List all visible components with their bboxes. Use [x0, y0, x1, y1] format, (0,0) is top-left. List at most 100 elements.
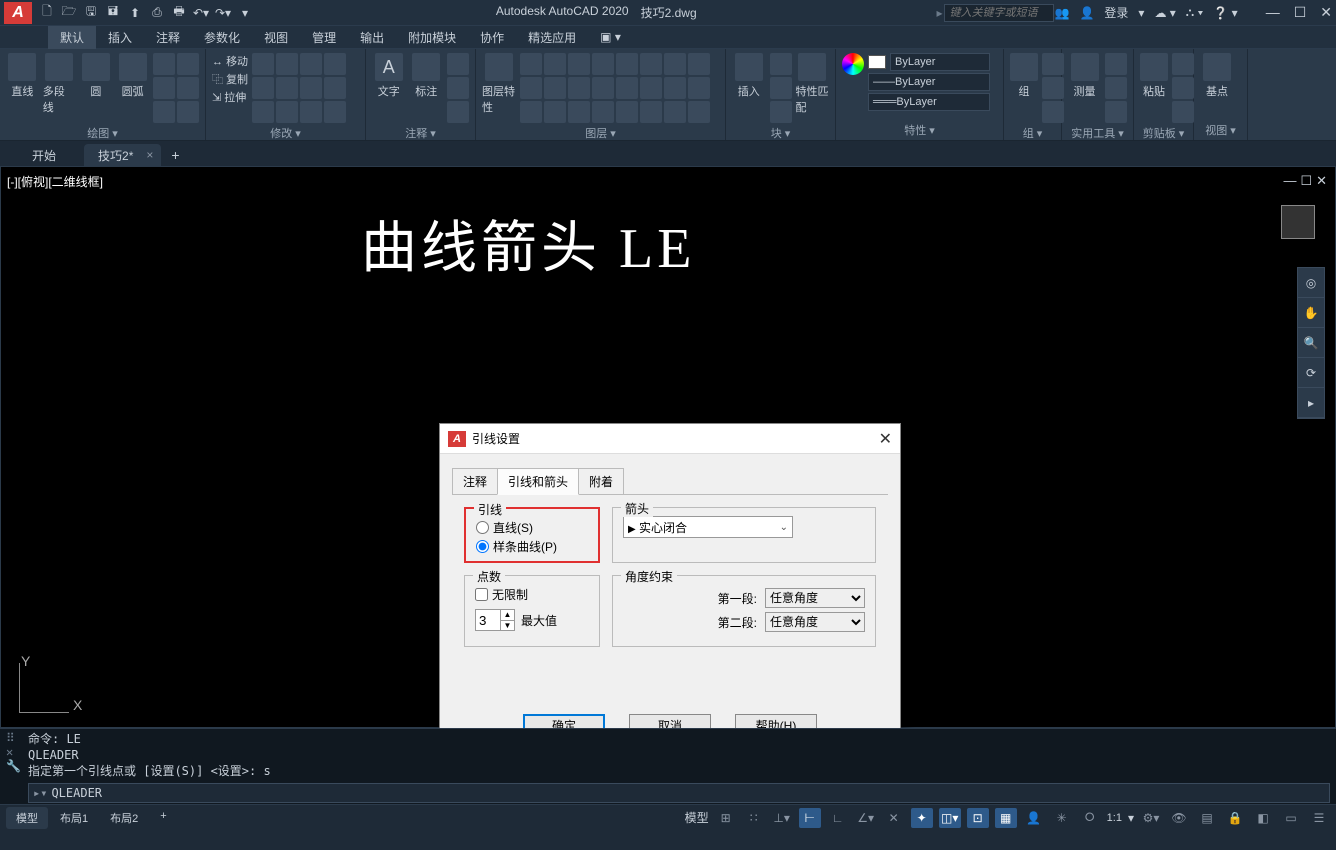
ly-15[interactable] [664, 77, 686, 99]
seg2-dropdown[interactable]: 任意角度 [765, 612, 865, 632]
blk-1[interactable] [770, 53, 792, 75]
ws-icon[interactable]: ⚙▾ [1140, 808, 1162, 828]
tab-annotate[interactable]: 注释 [144, 26, 192, 49]
chk-unlimited[interactable]: 无限制 [475, 586, 589, 603]
ly-6[interactable] [640, 53, 662, 75]
draw-sm-3[interactable] [153, 77, 175, 99]
panel-props-label[interactable]: 特性 ▾ [842, 120, 997, 140]
user-icon[interactable]: 👤 [1079, 6, 1094, 20]
panel-group-label[interactable]: 组 ▾ [1010, 123, 1055, 143]
lock-icon[interactable]: 🔒 [1224, 808, 1246, 828]
qat-open-icon[interactable]: 🗁 [60, 4, 78, 22]
mod-sm-2[interactable] [276, 53, 298, 75]
btn-basepoint[interactable]: 基点 [1200, 53, 1234, 99]
osnap-icon[interactable]: ✦ [911, 808, 933, 828]
btn-matchprop[interactable]: 特性匹配 [796, 53, 830, 115]
arrowhead-dropdown[interactable]: ▶ 实心闭合 ⌄ [623, 516, 793, 538]
radio-spline[interactable]: 样条曲线(P) [476, 538, 588, 555]
btn-layer-props[interactable]: 图层特性 [482, 53, 516, 115]
ly-16[interactable] [688, 77, 710, 99]
radio-straight-input[interactable] [476, 521, 489, 534]
hw-icon[interactable]: ▭ [1280, 808, 1302, 828]
search-chevron-icon[interactable]: ▸ [936, 6, 942, 20]
layout-2[interactable]: 布局2 [100, 807, 148, 829]
ly-11[interactable] [568, 77, 590, 99]
ly-9[interactable] [520, 77, 542, 99]
mod-sm-10[interactable] [276, 101, 298, 123]
viewport-label[interactable]: [-][俯视][二维线框] [7, 173, 103, 190]
ly-12[interactable] [592, 77, 614, 99]
iso-icon[interactable]: ∠▾ [855, 808, 877, 828]
mod-sm-6[interactable] [276, 77, 298, 99]
lwt-icon[interactable]: ⊡ [967, 808, 989, 828]
annot-sm-3[interactable] [447, 101, 469, 123]
drawing-area[interactable]: [-][俯视][二维线框] — ☐ ✕ ◎ ✋ 🔍 ⟳ ▸ 曲线箭头 LE Y … [0, 166, 1336, 728]
tab-addins[interactable]: 附加模块 [396, 26, 468, 49]
ly-3[interactable] [568, 53, 590, 75]
qat-redo-icon[interactable]: ↷▾ [214, 4, 232, 22]
nav-orbit-icon[interactable]: ⟳ [1298, 358, 1324, 388]
util-2[interactable] [1105, 77, 1127, 99]
dlgtab-leader-arrow[interactable]: 引线和箭头 [497, 468, 579, 495]
mod-sm-8[interactable] [324, 77, 346, 99]
annoauto-icon[interactable]: ⭘ [1079, 808, 1101, 828]
login-label[interactable]: 登录 [1104, 4, 1128, 21]
qat-plot-icon[interactable]: ⎙ [148, 4, 166, 22]
btn-arc[interactable]: 圆弧 [116, 53, 149, 99]
help-icon[interactable]: ❔ ▾ [1213, 6, 1237, 20]
clip-1[interactable] [1172, 53, 1194, 75]
mod-sm-9[interactable] [252, 101, 274, 123]
2dosnap-icon[interactable]: ◫▾ [939, 808, 961, 828]
scale-label[interactable]: 1:1 [1107, 812, 1122, 824]
qat-web-icon[interactable]: ⬆ [126, 4, 144, 22]
panel-annot-label[interactable]: 注释 ▾ [372, 123, 469, 143]
ly-10[interactable] [544, 77, 566, 99]
maximize-icon[interactable]: ☐ [1294, 4, 1307, 21]
qp-icon[interactable]: ▤ [1196, 808, 1218, 828]
qat-print-icon[interactable]: 🖶 [170, 4, 188, 22]
cmd-handle-icon[interactable]: ⠿✕🔧 [6, 731, 21, 773]
nav-pan-icon[interactable]: ✋ [1298, 298, 1324, 328]
btn-line[interactable]: 直线 [6, 53, 39, 99]
mod-sm-12[interactable] [324, 101, 346, 123]
tab-featured[interactable]: 精选应用 [516, 26, 588, 49]
points-max-spinner[interactable]: ▲▼ [475, 609, 515, 631]
ly-7[interactable] [664, 53, 686, 75]
linetype-dropdown[interactable]: ═══ ByLayer [868, 93, 990, 111]
points-max-input[interactable] [476, 610, 500, 630]
snap-icon[interactable]: ∷ [743, 808, 765, 828]
nav-wheel-icon[interactable]: ◎ [1298, 268, 1324, 298]
filetab-start[interactable]: 开始 [18, 144, 84, 166]
btn-paste[interactable]: 粘贴 [1140, 53, 1168, 99]
panel-layer-label[interactable]: 图层 ▾ [482, 123, 719, 143]
app-logo[interactable]: A [4, 2, 32, 24]
annot-sm-2[interactable] [447, 77, 469, 99]
iso-plane-icon[interactable]: ◧ [1252, 808, 1274, 828]
util-3[interactable] [1105, 101, 1127, 123]
ly-17[interactable] [520, 101, 542, 123]
annot-sm-1[interactable] [447, 53, 469, 75]
infer-icon[interactable]: ⊥▾ [771, 808, 793, 828]
panel-draw-label[interactable]: 绘图 ▾ [6, 123, 199, 143]
panel-modify-label[interactable]: 修改 ▾ [212, 123, 359, 143]
draw-sm-6[interactable] [177, 101, 199, 123]
dialog-close-icon[interactable]: ✕ [879, 429, 892, 449]
filetab-close-icon[interactable]: × [146, 148, 153, 162]
ly-1[interactable] [520, 53, 542, 75]
mod-sm-1[interactable] [252, 53, 274, 75]
ly-4[interactable] [592, 53, 614, 75]
draw-sm-2[interactable] [177, 53, 199, 75]
qat-saveas-icon[interactable]: 🖬 [104, 4, 122, 22]
radio-straight[interactable]: 直线(S) [476, 519, 588, 536]
sign-in-icon[interactable]: 👥 [1054, 6, 1069, 20]
color-wheel-icon[interactable] [842, 53, 864, 75]
btn-polyline[interactable]: 多段线 [43, 53, 76, 115]
vp-max-icon[interactable]: ☐ [1300, 173, 1312, 189]
qat-new-icon[interactable]: 🗋 [38, 4, 56, 22]
status-model-label[interactable]: 模型 [685, 809, 709, 826]
btn-stretch[interactable]: ⇲ 拉伸 [212, 89, 248, 105]
vp-min-icon[interactable]: — [1283, 173, 1296, 189]
btn-text[interactable]: A文字 [372, 53, 406, 99]
util-1[interactable] [1105, 53, 1127, 75]
chk-unlimited-input[interactable] [475, 588, 488, 601]
